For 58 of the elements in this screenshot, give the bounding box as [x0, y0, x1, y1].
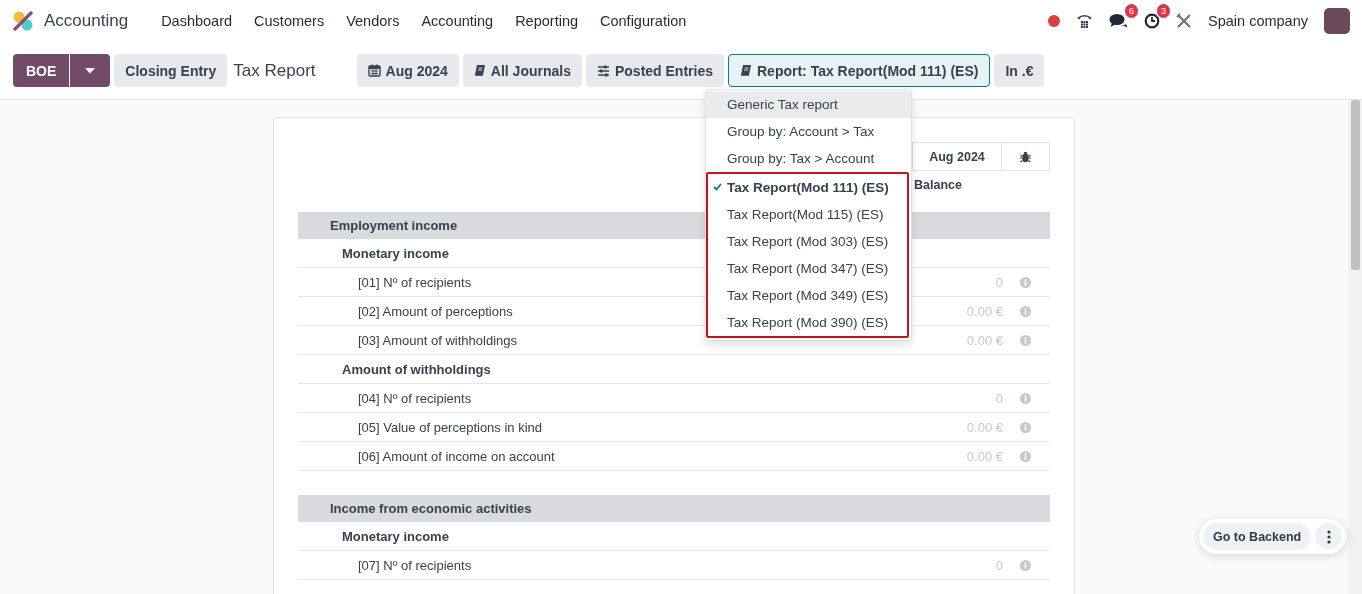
dropdown-item[interactable]: Tax Report (Mod 347) (ES)	[708, 255, 907, 282]
menu-item[interactable]: Accounting	[410, 13, 505, 29]
group-title: Amount of withholdings	[342, 361, 491, 377]
company-name[interactable]: Spain company	[1208, 13, 1308, 29]
scrollbar[interactable]	[1348, 100, 1362, 594]
boe-button[interactable]: BOE	[13, 54, 70, 87]
calendar-icon	[367, 64, 381, 77]
closing-entry-button[interactable]: Closing Entry	[114, 54, 228, 87]
dropdown-item[interactable]: Generic Tax report	[706, 91, 911, 118]
more-options-button[interactable]	[1315, 523, 1343, 550]
dropdown-item[interactable]: Tax Report (Mod 390) (ES)	[708, 309, 907, 336]
sliders-icon	[596, 64, 610, 77]
app-logo-icon[interactable]	[12, 10, 34, 32]
line-label: [01] Nº of recipients	[358, 274, 473, 290]
message-count-badge: 6	[1124, 4, 1139, 18]
menu-item[interactable]: Configuration	[589, 13, 698, 29]
period-header: Aug 2024	[912, 142, 1002, 171]
checkmark-icon	[713, 183, 722, 191]
activity-count-badge: 3	[1156, 4, 1171, 18]
dropdown-item[interactable]: Tax Report (Mod 349) (ES)	[708, 282, 907, 309]
bug-icon[interactable]	[1020, 150, 1031, 163]
dropdown-item[interactable]: Tax Report(Mod 111) (ES)	[708, 174, 907, 201]
line-label: [03] Amount of withholdings	[358, 332, 518, 348]
dropdown-item[interactable]: Group by: Account > Tax	[706, 118, 911, 145]
menu-item[interactable]: Customers	[243, 13, 336, 29]
line-label: [06] Amount of income on account	[358, 448, 556, 464]
filter-button[interactable]: Posted Entries	[585, 54, 724, 87]
menu-item[interactable]: Dashboard	[150, 13, 244, 29]
chat-icon[interactable]	[1109, 13, 1129, 29]
line-label: [05] Value of perceptions in kind	[358, 419, 544, 435]
go-to-backend-button[interactable]: Go to Backend	[1203, 523, 1312, 550]
line-label: [07] Nº of recipients	[358, 557, 473, 573]
user-avatar[interactable]	[1324, 8, 1350, 34]
dropdown-item[interactable]: Group by: Tax > Account	[706, 145, 911, 172]
recording-dot-icon[interactable]	[1048, 15, 1061, 27]
column-header: Balance	[913, 178, 963, 192]
kebab-icon	[1326, 529, 1331, 544]
group-title: Monetary income	[342, 528, 449, 544]
filter-button[interactable]: All Journals	[462, 54, 582, 87]
clock-icon[interactable]	[1144, 13, 1161, 29]
menu-item[interactable]: Reporting	[504, 13, 589, 29]
dropdown-toggle-button[interactable]	[69, 54, 111, 87]
group-title: Monetary income	[342, 245, 449, 261]
section-row[interactable]: Income from economic activities	[298, 495, 1050, 522]
caret-icon	[85, 67, 96, 74]
breadcrumb: Tax Report	[233, 60, 316, 81]
filter-button[interactable]: Aug 2024	[356, 54, 459, 87]
phone-icon[interactable]	[1076, 13, 1094, 29]
menu-item[interactable]: Vendors	[335, 13, 411, 29]
filter-button[interactable]: In .€	[994, 54, 1045, 87]
app-name[interactable]: Accounting	[44, 11, 129, 31]
section-title: Income from economic activities	[330, 501, 532, 516]
line-label: [04] Nº of recipients	[358, 390, 473, 406]
section-title: Employment income	[330, 218, 458, 233]
line-label: [02] Amount of perceptions	[358, 303, 514, 319]
filter-button[interactable]: Report: Tax Report(Mod 111) (ES)	[728, 54, 991, 87]
book-icon	[473, 64, 486, 77]
book-icon	[740, 64, 752, 77]
